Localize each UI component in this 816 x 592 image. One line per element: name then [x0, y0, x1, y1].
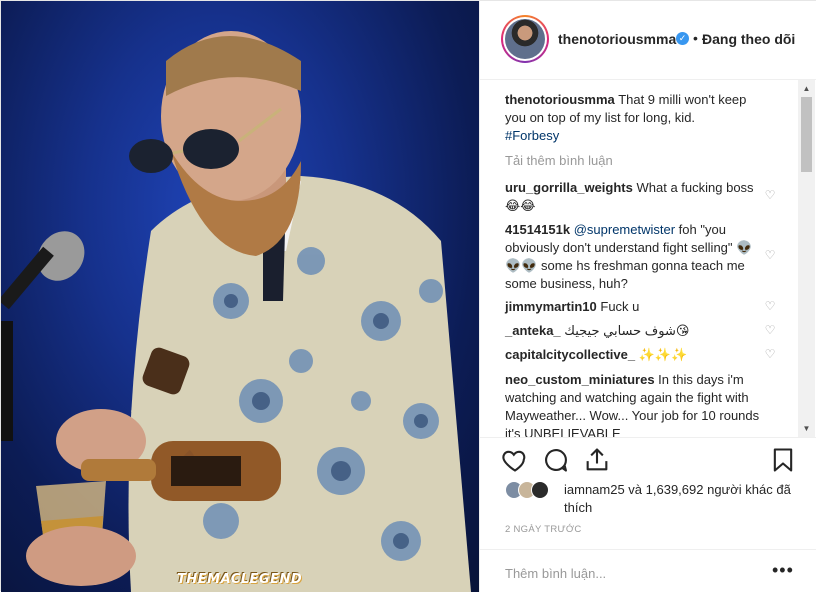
comment-like-heart-icon[interactable]: ♡	[763, 299, 777, 313]
avatar-inner	[503, 17, 547, 61]
post-photo[interactable]: THEMACLEGEND	[1, 1, 479, 592]
comment-item: capitalcitycollective_ ✨✨✨	[505, 346, 765, 364]
scrollbar-thumb[interactable]	[801, 97, 812, 172]
post-timestamp[interactable]: 2 NGÀY TRƯỚC	[505, 524, 582, 535]
post-side-panel: thenotoriousmma ✓ • Đang theo dõi thenot…	[479, 1, 816, 592]
post-header: thenotoriousmma ✓ • Đang theo dõi	[480, 1, 816, 80]
bookmark-icon[interactable]	[769, 446, 799, 476]
add-comment-input[interactable]: Thêm bình luận...	[505, 566, 606, 581]
liker-avatar	[531, 481, 549, 499]
caption-hashtag[interactable]: #Forbesy	[505, 128, 559, 143]
verified-badge-icon: ✓	[676, 32, 689, 45]
comment-username[interactable]: 41514151k	[505, 222, 570, 237]
add-comment-bar: Thêm bình luận... •••	[480, 549, 816, 592]
comment-text: شوف حسابي جيجيك😘	[564, 323, 690, 338]
comment-item: uru_gorrilla_weights What a fucking boss…	[505, 179, 765, 215]
comment-text: Fuck u	[600, 299, 640, 314]
comment-like-heart-icon[interactable]: ♡	[763, 248, 777, 262]
comment-mention[interactable]: @supremetwister	[574, 222, 675, 237]
comment-like-heart-icon[interactable]: ♡	[763, 188, 777, 202]
share-icon[interactable]	[583, 446, 613, 476]
likes-text[interactable]: iamnam25 và 1,639,692 người khác đã thíc…	[564, 481, 804, 517]
comment-username[interactable]: jimmymartin10	[505, 299, 597, 314]
following-button[interactable]: Đang theo dõi	[702, 31, 795, 47]
comment-item: jimmymartin10 Fuck u	[505, 298, 765, 316]
likes-summary[interactable]: iamnam25 và 1,639,692 người khác đã thíc…	[505, 481, 805, 521]
comment-username[interactable]: _anteka_	[505, 323, 561, 338]
comment-username[interactable]: neo_custom_miniatures	[505, 372, 655, 387]
comment-username[interactable]: capitalcitycollective_	[505, 347, 635, 362]
scroll-down-arrow-icon[interactable]: ▼	[798, 420, 815, 437]
header-separator: •	[693, 30, 698, 46]
header-username[interactable]: thenotoriousmma	[558, 31, 676, 47]
avatar[interactable]	[501, 15, 549, 63]
caption-username[interactable]: thenotoriousmma	[505, 92, 615, 107]
instagram-post: THEMACLEGEND thenotoriousmma ✓ • Đang th…	[0, 0, 816, 592]
comment-like-heart-icon[interactable]: ♡	[763, 347, 777, 361]
comments-scrollbar[interactable]: ▲ ▼	[798, 80, 815, 437]
comment-like-heart-icon[interactable]: ♡	[763, 323, 777, 337]
caption: thenotoriousmma That 9 milli won't keep …	[505, 91, 765, 145]
heart-icon[interactable]	[501, 446, 531, 476]
comment-item: _anteka_ شوف حسابي جيجيك😘	[505, 322, 765, 340]
load-more-comments-link[interactable]: Tải thêm bình luận	[505, 153, 613, 168]
comment-username[interactable]: uru_gorrilla_weights	[505, 180, 633, 195]
comment-item: neo_custom_miniatures In this days i'm w…	[505, 371, 765, 437]
comment-icon[interactable]	[542, 446, 572, 476]
photo-illustration	[1, 31, 471, 592]
scroll-up-arrow-icon[interactable]: ▲	[798, 80, 815, 97]
action-bar	[480, 437, 816, 481]
comment-text: ✨✨✨	[638, 347, 688, 362]
avatar-image	[505, 19, 545, 59]
more-options-icon[interactable]: •••	[772, 560, 794, 581]
comments-list: thenotoriousmma That 9 milli won't keep …	[480, 80, 800, 437]
photo-watermark: THEMACLEGEND	[177, 572, 303, 587]
microphone	[1, 231, 85, 441]
comment-item: 41514151k @supremetwister foh "you obvio…	[505, 221, 765, 293]
